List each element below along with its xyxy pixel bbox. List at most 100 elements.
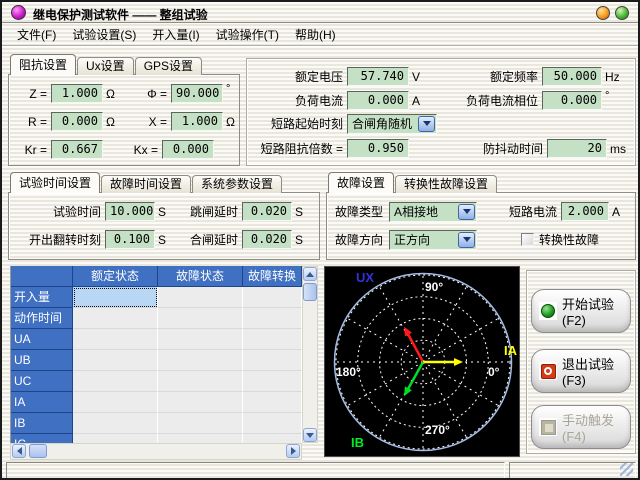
anti-jitter-field[interactable]: 20 — [547, 139, 607, 158]
menu-test-operation[interactable]: 试验操作(T) — [208, 24, 287, 45]
rated-frequency-field[interactable]: 50.000 — [542, 67, 602, 86]
tab-convertible-fault-settings[interactable]: 转换性故障设置 — [395, 175, 497, 193]
output-flip-field[interactable]: 0.100 — [105, 230, 155, 249]
impedance-multiple-field[interactable]: 0.950 — [347, 139, 409, 158]
results-table: 额定状态 故障状态 故障转换 开入量 动作时间 UA — [10, 266, 318, 460]
resize-grip-icon[interactable] — [620, 463, 633, 476]
table-cell[interactable] — [243, 434, 302, 443]
r-unit: Ω — [106, 115, 115, 129]
table-cell[interactable] — [243, 308, 302, 329]
status-bar-left — [6, 462, 505, 479]
x-label: X = — [123, 115, 167, 129]
table-cell[interactable] — [243, 329, 302, 350]
menu-file[interactable]: 文件(F) — [9, 24, 64, 45]
short-start-combo[interactable]: 合闸角随机 — [347, 114, 437, 134]
table-cell[interactable] — [158, 371, 243, 392]
short-current-field[interactable]: 2.000 — [561, 202, 609, 221]
menu-help[interactable]: 帮助(H) — [287, 24, 344, 45]
table-cell[interactable] — [158, 329, 243, 350]
angle-label-0: 0° — [488, 365, 499, 379]
table-cell[interactable] — [73, 350, 158, 371]
table-cell[interactable] — [73, 413, 158, 434]
table-cell[interactable] — [158, 434, 243, 443]
menu-test-settings[interactable]: 试验设置(S) — [64, 24, 144, 45]
fault-direction-combo[interactable]: 正方向 — [389, 230, 477, 250]
test-time-field[interactable]: 10.000 — [105, 202, 155, 221]
tab-fault-time[interactable]: 故障时间设置 — [101, 175, 191, 193]
output-flip-unit: S — [158, 233, 166, 247]
scroll-left-icon[interactable] — [12, 444, 26, 458]
table-cell[interactable] — [243, 413, 302, 434]
combo-dropdown-icon[interactable] — [458, 232, 475, 248]
x-field[interactable]: 1.000 — [171, 112, 223, 131]
tab-gps-settings[interactable]: GPS设置 — [135, 57, 202, 75]
table-cell-selected[interactable] — [73, 287, 158, 308]
manual-trigger-icon — [539, 418, 557, 436]
convertible-fault-checkbox[interactable] — [521, 233, 534, 246]
table-cell[interactable] — [243, 371, 302, 392]
rated-voltage-unit: V — [412, 70, 420, 84]
phi-unit: ° — [226, 83, 230, 95]
table-cell[interactable] — [243, 350, 302, 371]
table-cell[interactable] — [73, 308, 158, 329]
horizontal-scroll-thumb[interactable] — [29, 444, 47, 458]
combo-dropdown-icon[interactable] — [458, 204, 475, 220]
test-time-label: 试验时间 — [9, 203, 101, 220]
kr-field[interactable]: 0.667 — [51, 140, 103, 159]
trip-delay-unit: S — [295, 205, 303, 219]
r-field[interactable]: 0.000 — [51, 112, 103, 131]
load-current-field[interactable]: 0.000 — [347, 91, 409, 110]
start-test-button[interactable]: 开始试验(F2) — [531, 289, 631, 333]
table-cell[interactable] — [73, 371, 158, 392]
short-current-label: 短路电流 — [477, 203, 557, 220]
combo-dropdown-icon[interactable] — [418, 116, 435, 132]
anti-jitter-unit: ms — [610, 142, 626, 156]
kx-field[interactable]: 0.000 — [162, 140, 214, 159]
fault-type-combo[interactable]: A相接地 — [389, 202, 477, 222]
z-field[interactable]: 1.000 — [51, 84, 103, 103]
table-cell[interactable] — [73, 329, 158, 350]
z-unit: Ω — [106, 87, 115, 101]
short-start-value: 合闸角随机 — [352, 115, 417, 132]
row-header-ua: UA — [11, 329, 73, 350]
fault-tab-body: 故障类型 A相接地 短路电流 2.000 A 故障方向 正方向 转换性故障 — [326, 192, 636, 260]
table-cell[interactable] — [158, 413, 243, 434]
table-cell[interactable] — [158, 308, 243, 329]
column-header-fault-convert: 故障转换 — [243, 266, 302, 287]
horizontal-scrollbar[interactable] — [10, 443, 302, 460]
vector-label-ib: IB — [351, 435, 364, 450]
load-current-label: 负荷电流 — [247, 92, 343, 109]
row-header-ib: IB — [11, 413, 73, 434]
kx-label: Kx = — [114, 143, 158, 157]
table-cell[interactable] — [73, 434, 158, 443]
tab-ux-settings[interactable]: Ux设置 — [77, 57, 134, 75]
phi-label: Φ = — [123, 87, 167, 101]
scroll-down-icon[interactable] — [303, 428, 317, 442]
minimize-button[interactable] — [596, 6, 610, 20]
phi-field[interactable]: 90.000 — [171, 84, 223, 103]
menu-binary-input[interactable]: 开入量(I) — [144, 24, 207, 45]
table-cell[interactable] — [158, 392, 243, 413]
table-cell[interactable] — [73, 392, 158, 413]
scroll-right-icon[interactable] — [286, 444, 300, 458]
table-cell[interactable] — [158, 350, 243, 371]
impedance-tab-body: Z = 1.000 Ω Φ = 90.000 ° R = 0.000 Ω X =… — [8, 74, 240, 166]
column-header-fault-state: 故障状态 — [158, 266, 243, 287]
close-delay-field[interactable]: 0.020 — [242, 230, 292, 249]
trip-delay-field[interactable]: 0.020 — [242, 202, 292, 221]
vertical-scrollbar[interactable] — [302, 266, 318, 443]
close-button[interactable] — [615, 6, 629, 20]
tab-fault-settings[interactable]: 故障设置 — [328, 172, 394, 193]
load-phase-field[interactable]: 0.000 — [542, 91, 602, 110]
table-cell[interactable] — [158, 287, 243, 308]
rated-voltage-field[interactable]: 57.740 — [347, 67, 409, 86]
table-cell[interactable] — [243, 287, 302, 308]
rated-voltage-label: 额定电压 — [247, 68, 343, 85]
tab-impedance-settings[interactable]: 阻抗设置 — [10, 54, 76, 75]
vertical-scroll-thumb[interactable] — [303, 283, 317, 301]
exit-test-button[interactable]: 退出试验(F3) — [531, 349, 631, 393]
tab-test-time[interactable]: 试验时间设置 — [10, 172, 100, 193]
scroll-up-icon[interactable] — [303, 267, 317, 281]
tab-system-params[interactable]: 系统参数设置 — [192, 175, 282, 193]
table-cell[interactable] — [243, 392, 302, 413]
